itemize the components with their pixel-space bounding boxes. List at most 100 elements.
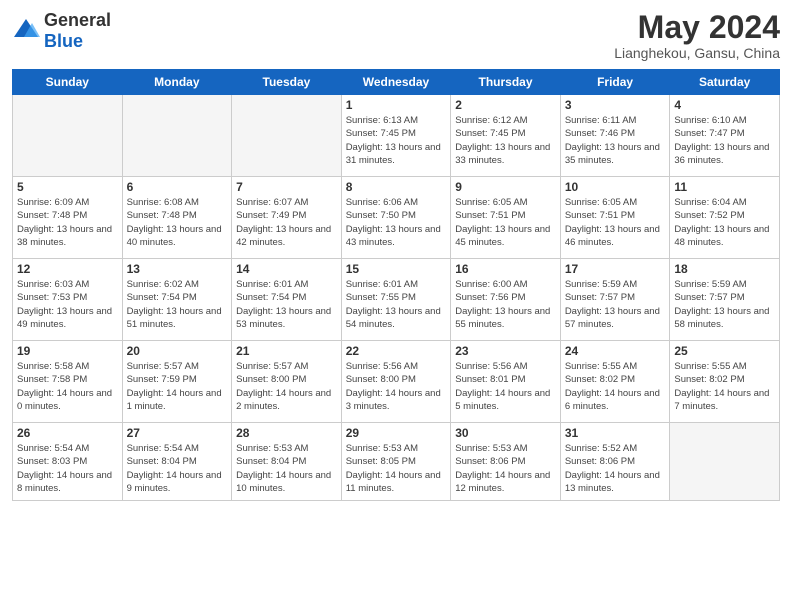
day-info: Sunrise: 6:02 AM Sunset: 7:54 PM Dayligh… [127, 278, 228, 331]
day-cell: 18Sunrise: 5:59 AM Sunset: 7:57 PM Dayli… [670, 259, 780, 341]
logo-text: General Blue [44, 10, 111, 52]
day-number: 5 [17, 180, 118, 194]
day-cell: 13 Sunrise: 6:02 AM Sunset: 7:54 PM Dayli… [122, 259, 232, 341]
day-cell: 3Sunrise: 6:11 AM Sunset: 7:46 PM Daylig… [560, 95, 670, 177]
day-cell: 24 Sunrise: 5:55 AM Sunset: 8:02 PM Dayli… [560, 341, 670, 423]
day-cell: 7 Sunrise: 6:07 AM Sunset: 7:49 PM Daylig… [232, 177, 342, 259]
day-info: Sunrise: 6:01 AM Sunset: 7:54 PM Dayligh… [236, 278, 337, 331]
day-number: 15 [346, 262, 447, 276]
day-cell: 15 Sunrise: 6:01 AM Sunset: 7:55 PM Dayli… [341, 259, 451, 341]
day-info: Sunrise: 5:57 AM Sunset: 7:59 PM Dayligh… [127, 360, 228, 413]
day-number: 8 [346, 180, 447, 194]
day-cell: 20 Sunrise: 5:57 AM Sunset: 7:59 PM Dayli… [122, 341, 232, 423]
col-wednesday: Wednesday [341, 70, 451, 95]
day-info: Sunrise: 5:53 AM Sunset: 8:04 PM Dayligh… [236, 442, 337, 495]
day-number: 24 [565, 344, 666, 358]
day-cell [670, 423, 780, 501]
day-info: Sunrise: 5:58 AM Sunset: 7:58 PM Dayligh… [17, 360, 118, 413]
col-thursday: Thursday [451, 70, 561, 95]
day-number: 23 [455, 344, 556, 358]
day-info: Sunrise: 5:59 AM Sunset: 7:57 PM Dayligh… [565, 278, 666, 331]
col-tuesday: Tuesday [232, 70, 342, 95]
logo-icon [12, 17, 40, 41]
day-cell: 29 Sunrise: 5:53 AM Sunset: 8:05 PM Dayli… [341, 423, 451, 501]
day-info: Sunrise: 6:12 AM Sunset: 7:45 PM Dayligh… [455, 114, 556, 167]
day-cell: 27 Sunrise: 5:54 AM Sunset: 8:04 PM Dayli… [122, 423, 232, 501]
day-cell [122, 95, 232, 177]
col-saturday: Saturday [670, 70, 780, 95]
day-number: 7 [236, 180, 337, 194]
day-cell: 21 Sunrise: 5:57 AM Sunset: 8:00 PM Dayli… [232, 341, 342, 423]
day-cell: 19 Sunrise: 5:58 AM Sunset: 7:58 PM Dayli… [13, 341, 123, 423]
logo: General Blue [12, 10, 111, 52]
day-info: Sunrise: 6:11 AM Sunset: 7:46 PM Dayligh… [565, 114, 666, 167]
day-cell: 6 Sunrise: 6:08 AM Sunset: 7:48 PM Daylig… [122, 177, 232, 259]
day-number: 19 [17, 344, 118, 358]
day-cell: 23 Sunrise: 5:56 AM Sunset: 8:01 PM Dayli… [451, 341, 561, 423]
page: General Blue May 2024 Lianghekou, Gansu,… [0, 0, 792, 612]
day-cell: 5 Sunrise: 6:09 AM Sunset: 7:48 PM Daylig… [13, 177, 123, 259]
day-info: Sunrise: 6:10 AM Sunset: 7:47 PM Dayligh… [674, 114, 775, 167]
day-number: 4 [674, 98, 775, 112]
day-info: Sunrise: 5:53 AM Sunset: 8:06 PM Dayligh… [455, 442, 556, 495]
day-info: Sunrise: 5:55 AM Sunset: 8:02 PM Dayligh… [565, 360, 666, 413]
day-info: Sunrise: 6:07 AM Sunset: 7:49 PM Dayligh… [236, 196, 337, 249]
day-cell: 2 Sunrise: 6:12 AM Sunset: 7:45 PM Daylig… [451, 95, 561, 177]
day-number: 20 [127, 344, 228, 358]
day-cell: 22 Sunrise: 5:56 AM Sunset: 8:00 PM Dayli… [341, 341, 451, 423]
day-cell: 10 Sunrise: 6:05 AM Sunset: 7:51 PM Dayli… [560, 177, 670, 259]
day-number: 27 [127, 426, 228, 440]
location: Lianghekou, Gansu, China [614, 45, 780, 61]
day-info: Sunrise: 6:04 AM Sunset: 7:52 PM Dayligh… [674, 196, 775, 249]
day-number: 16 [455, 262, 556, 276]
day-info: Sunrise: 6:01 AM Sunset: 7:55 PM Dayligh… [346, 278, 447, 331]
day-cell: 1 Sunrise: 6:13 AM Sunset: 7:45 PM Daylig… [341, 95, 451, 177]
day-number: 11 [674, 180, 775, 194]
day-number: 12 [17, 262, 118, 276]
day-info: Sunrise: 6:05 AM Sunset: 7:51 PM Dayligh… [455, 196, 556, 249]
day-number: 6 [127, 180, 228, 194]
day-cell: 4 Sunrise: 6:10 AM Sunset: 7:47 PM Daylig… [670, 95, 780, 177]
col-sunday: Sunday [13, 70, 123, 95]
day-info: Sunrise: 6:03 AM Sunset: 7:53 PM Dayligh… [17, 278, 118, 331]
day-info: Sunrise: 5:54 AM Sunset: 8:04 PM Dayligh… [127, 442, 228, 495]
day-cell: 30Sunrise: 5:53 AM Sunset: 8:06 PM Dayli… [451, 423, 561, 501]
day-cell: 17 Sunrise: 5:59 AM Sunset: 7:57 PM Dayli… [560, 259, 670, 341]
day-number: 29 [346, 426, 447, 440]
day-info: Sunrise: 6:09 AM Sunset: 7:48 PM Dayligh… [17, 196, 118, 249]
title-area: May 2024 Lianghekou, Gansu, China [614, 10, 780, 61]
day-number: 31 [565, 426, 666, 440]
day-number: 28 [236, 426, 337, 440]
day-number: 1 [346, 98, 447, 112]
day-cell: 25Sunrise: 5:55 AM Sunset: 8:02 PM Dayli… [670, 341, 780, 423]
day-cell: 8Sunrise: 6:06 AM Sunset: 7:50 PM Daylig… [341, 177, 451, 259]
day-info: Sunrise: 6:08 AM Sunset: 7:48 PM Dayligh… [127, 196, 228, 249]
day-number: 10 [565, 180, 666, 194]
logo-general: General [44, 10, 111, 30]
day-info: Sunrise: 6:13 AM Sunset: 7:45 PM Dayligh… [346, 114, 447, 167]
day-number: 22 [346, 344, 447, 358]
day-info: Sunrise: 6:00 AM Sunset: 7:56 PM Dayligh… [455, 278, 556, 331]
day-number: 26 [17, 426, 118, 440]
col-monday: Monday [122, 70, 232, 95]
col-friday: Friday [560, 70, 670, 95]
day-cell: 26Sunrise: 5:54 AM Sunset: 8:03 PM Dayli… [13, 423, 123, 501]
day-info: Sunrise: 5:53 AM Sunset: 8:05 PM Dayligh… [346, 442, 447, 495]
day-number: 2 [455, 98, 556, 112]
header-row: Sunday Monday Tuesday Wednesday Thursday… [13, 70, 780, 95]
day-cell [232, 95, 342, 177]
day-cell: 9 Sunrise: 6:05 AM Sunset: 7:51 PM Daylig… [451, 177, 561, 259]
day-number: 17 [565, 262, 666, 276]
day-cell: 16 Sunrise: 6:00 AM Sunset: 7:56 PM Dayli… [451, 259, 561, 341]
day-number: 9 [455, 180, 556, 194]
day-number: 21 [236, 344, 337, 358]
day-info: Sunrise: 5:57 AM Sunset: 8:00 PM Dayligh… [236, 360, 337, 413]
day-info: Sunrise: 5:56 AM Sunset: 8:01 PM Dayligh… [455, 360, 556, 413]
day-number: 13 [127, 262, 228, 276]
day-number: 25 [674, 344, 775, 358]
day-cell: 31Sunrise: 5:52 AM Sunset: 8:06 PM Dayli… [560, 423, 670, 501]
day-cell: 11 Sunrise: 6:04 AM Sunset: 7:52 PM Dayli… [670, 177, 780, 259]
day-info: Sunrise: 6:05 AM Sunset: 7:51 PM Dayligh… [565, 196, 666, 249]
day-info: Sunrise: 5:56 AM Sunset: 8:00 PM Dayligh… [346, 360, 447, 413]
day-cell: 28 Sunrise: 5:53 AM Sunset: 8:04 PM Dayli… [232, 423, 342, 501]
